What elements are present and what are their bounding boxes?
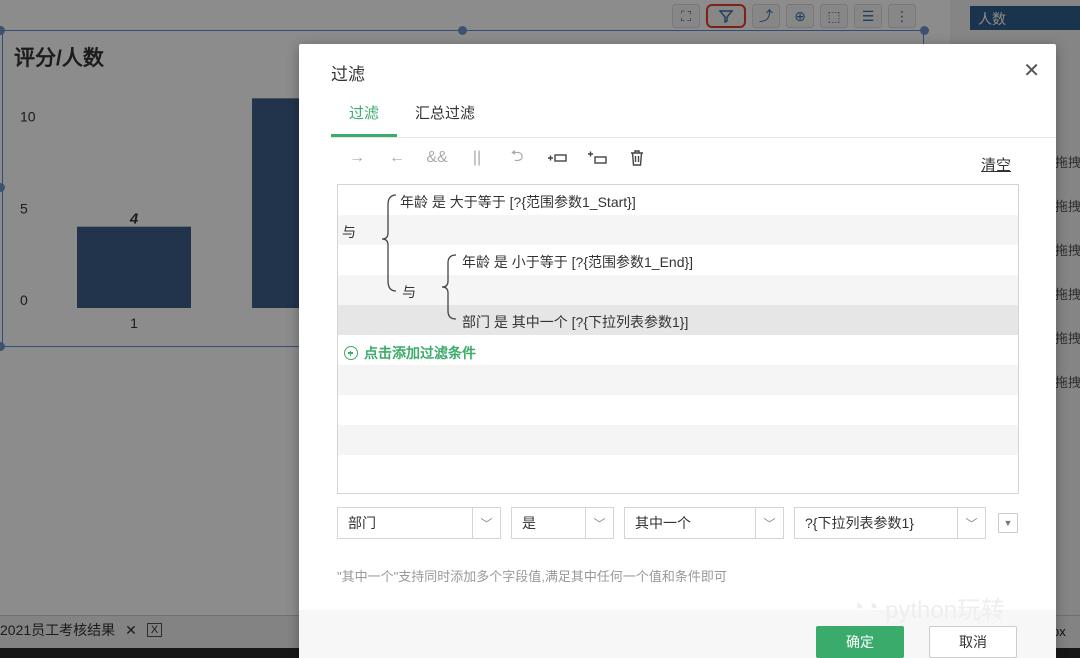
value-select[interactable]: ?{下拉列表参数1} ﹀ — [794, 507, 986, 539]
field-select-value: 部门 — [348, 515, 376, 531]
condition-row — [338, 425, 1018, 455]
cancel-button[interactable]: 取消 — [929, 626, 1017, 658]
watermark: ◔◔ python玩转 — [850, 590, 1005, 625]
wechat-icon: ◔◔ — [850, 593, 879, 621]
dialog-title: 过滤 — [331, 65, 365, 84]
condition-age-end[interactable]: 年龄 是 小于等于 [?{范围参数1_End}] — [462, 252, 693, 272]
tab-summary-filter[interactable]: 汇总过滤 — [397, 94, 493, 137]
outer-logic-label[interactable]: 与 — [342, 222, 356, 242]
chevron-down-icon[interactable]: ﹀ — [585, 508, 613, 538]
chevron-down-icon[interactable]: ﹀ — [755, 508, 783, 538]
inner-logic-label[interactable]: 与 — [402, 282, 416, 302]
filter-dialog: 过滤 ✕ 过滤 汇总过滤 → ← && || ⮌ 清空 与 年龄 是 大于等于 … — [299, 44, 1056, 658]
operator-select-value: 是 — [522, 515, 536, 531]
add-condition-label: 点击添加过滤条件 — [364, 345, 476, 361]
chevron-down-icon[interactable]: ﹀ — [957, 508, 985, 538]
watermark-text: python玩转 — [885, 597, 1006, 624]
chevron-down-icon[interactable]: ﹀ — [472, 508, 500, 538]
swap-icon[interactable]: ⮌ — [504, 147, 530, 169]
insert-before-icon[interactable] — [544, 147, 570, 169]
or-icon[interactable]: || — [464, 147, 490, 169]
dialog-tabs: 过滤 汇总过滤 — [331, 94, 1056, 138]
close-icon[interactable]: ✕ — [1023, 58, 1040, 83]
outer-brace — [381, 194, 397, 292]
caret-down-icon[interactable]: ▼ — [998, 513, 1018, 533]
and-icon[interactable]: && — [424, 147, 450, 169]
tab-filter[interactable]: 过滤 — [331, 94, 398, 137]
comparator-select[interactable]: 其中一个 ﹀ — [624, 507, 784, 539]
condition-row — [338, 365, 1018, 395]
insert-after-icon[interactable] — [584, 147, 610, 169]
condition-department[interactable]: 部门 是 其中一个 [?{下拉列表参数1}] — [462, 312, 688, 332]
condition-row — [338, 455, 1018, 485]
clear-button[interactable]: 清空 — [981, 154, 1011, 175]
comparator-select-value: 其中一个 — [635, 515, 691, 531]
add-condition-button[interactable]: 点击添加过滤条件 — [344, 343, 476, 363]
indent-left-icon[interactable]: ← — [384, 147, 410, 169]
condition-editor: 部门 ﹀ 是 ﹀ 其中一个 ﹀ ?{下拉列表参数1} ﹀ ▼ — [337, 507, 1018, 539]
value-select-value: ?{下拉列表参数1} — [805, 515, 914, 531]
operator-select[interactable]: 是 ﹀ — [511, 507, 614, 539]
indent-right-icon[interactable]: → — [344, 147, 370, 169]
inner-brace — [441, 254, 457, 320]
ok-button[interactable]: 确定 — [816, 626, 904, 658]
trash-icon[interactable] — [624, 147, 650, 169]
hint-text: "其中一个"支持同时添加多个字段值,满足其中任何一个值和条件即可 — [337, 569, 727, 584]
operator-toolbar: → ← && || ⮌ — [344, 147, 650, 169]
condition-row — [338, 215, 1018, 245]
condition-age-start[interactable]: 年龄 是 大于等于 [?{范围参数1_Start}] — [400, 192, 636, 212]
condition-row — [338, 395, 1018, 425]
field-select[interactable]: 部门 ﹀ — [337, 507, 501, 539]
plus-circle-icon — [344, 346, 358, 360]
condition-tree: 与 年龄 是 大于等于 [?{范围参数1_Start}] 与 年龄 是 小于等于… — [337, 184, 1019, 494]
